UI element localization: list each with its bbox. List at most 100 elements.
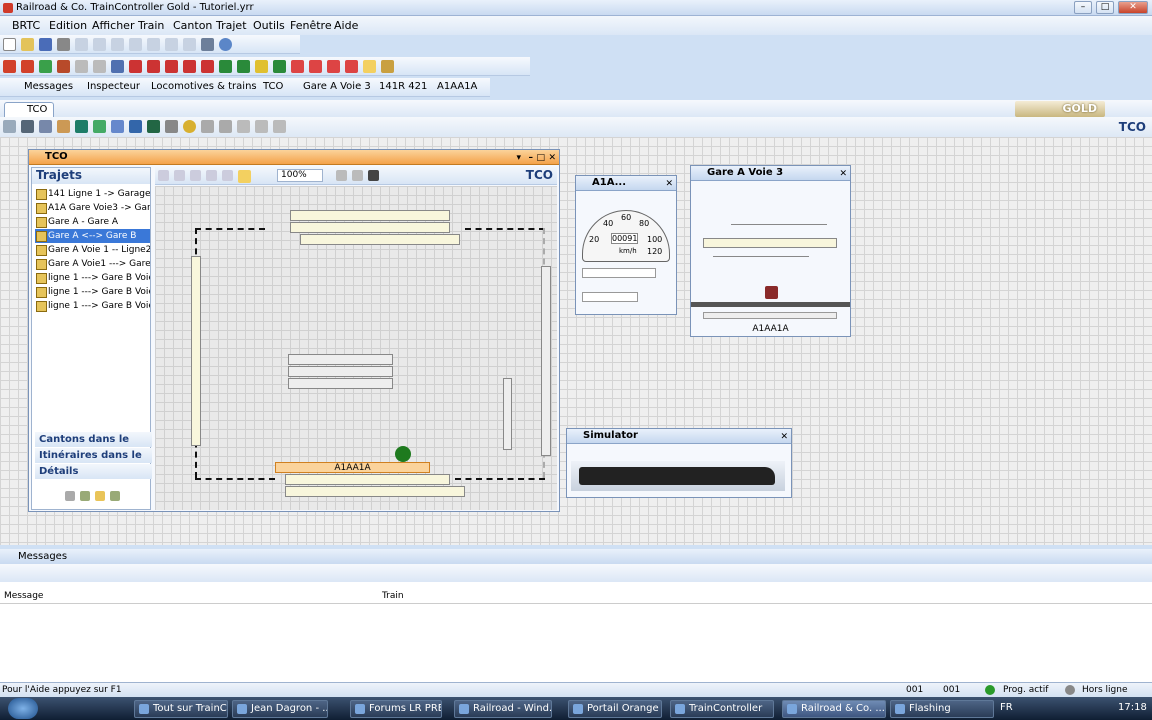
image-icon[interactable] [237,120,250,133]
train-view-icon[interactable] [368,170,379,181]
block-mid-1[interactable] [288,354,393,365]
track-plan[interactable]: A1AA1A [155,186,557,510]
reset-icon[interactable] [93,60,106,73]
menu-afficher[interactable]: Afficher [92,19,134,32]
paste-icon[interactable] [147,38,160,51]
turnout-icon[interactable] [201,60,214,73]
print-icon[interactable] [57,38,70,51]
route-item-selected[interactable]: Gare A <--> Gare B [35,229,150,243]
menu-fenetre[interactable]: Fenêtre [290,19,332,32]
close-icon[interactable]: ✕ [839,167,847,181]
frame-icon[interactable] [222,170,233,181]
list-icon[interactable] [65,491,75,501]
view-a1aa1a[interactable]: A1AA1A [437,81,477,92]
block-left[interactable] [191,256,201,446]
help-icon[interactable] [219,38,232,51]
brake-slider[interactable] [582,292,638,302]
hand-icon[interactable] [381,60,394,73]
block-occupied[interactable]: A1AA1A [275,462,430,473]
maximize-button[interactable]: □ [1096,1,1114,14]
task-item[interactable]: Flashing [890,700,994,718]
col-train[interactable]: Train [382,591,404,601]
next-icon[interactable] [190,170,201,181]
move-view-icon[interactable] [352,170,363,181]
close-icon[interactable]: ✕ [665,177,673,191]
block-bottom-3[interactable] [285,486,465,497]
start-button[interactable] [8,698,38,719]
route-item[interactable]: Gare A Voie1 ---> Gare B ... [35,257,150,271]
minimize-button[interactable]: – [1074,1,1092,14]
menu-edition[interactable]: Edition [49,19,87,32]
shape-icon[interactable] [129,120,142,133]
language-indicator[interactable]: FR [1000,702,1013,713]
rect-icon[interactable] [147,120,160,133]
speed-slider[interactable] [582,268,656,278]
arrow-icon[interactable] [237,60,250,73]
view-inspecteur[interactable]: Inspecteur [87,81,140,92]
zoom-select[interactable]: 100% [277,169,323,182]
fit-icon[interactable] [336,170,347,181]
color-icon[interactable] [75,120,88,133]
view-messages[interactable]: Messages [24,81,73,92]
block-top-3[interactable] [300,234,460,245]
route-item[interactable]: Gare A - Gare A [35,215,150,229]
save-icon[interactable] [39,38,52,51]
loco-window-titlebar[interactable]: A1A... ✕ [576,176,676,191]
x-icon[interactable] [309,60,322,73]
line-icon[interactable] [93,120,106,133]
tools-icon[interactable] [201,38,214,51]
dropdown-icon[interactable]: ▾ [516,151,521,165]
pause-icon[interactable] [75,60,88,73]
menu-canton[interactable]: Canton [173,19,212,32]
layer-icon[interactable] [273,120,286,133]
task-item-active[interactable]: Railroad & Co. ... [782,700,886,718]
emergency-icon[interactable] [21,60,34,73]
fill-icon[interactable] [111,120,124,133]
picture-icon[interactable] [255,120,268,133]
circle-icon[interactable] [183,120,196,133]
close-icon[interactable]: ✕ [780,430,788,444]
route-item[interactable]: A1A Gare Voie3 -> Garag... [35,201,150,215]
task-item[interactable]: Forums LR PRE... [350,700,442,718]
a-icon[interactable] [291,60,304,73]
clock[interactable]: 17:18 [1118,702,1147,713]
section-details[interactable]: Détails [35,464,152,479]
col-message[interactable]: Message [4,591,43,601]
block-bottom-2[interactable] [285,474,450,485]
grid-icon[interactable] [165,120,178,133]
route-item[interactable]: ligne 1 ---> Gare B Voie 2 [35,285,150,299]
label-icon[interactable] [219,120,232,133]
view-141r-421[interactable]: 141R 421 [379,81,427,92]
task-item[interactable]: Tout sur TrainC... [134,700,228,718]
block-mid-right[interactable] [503,378,512,450]
task-item[interactable]: Portail Orange ... [568,700,662,718]
stop-icon[interactable] [3,60,16,73]
unlink-icon[interactable] [345,60,358,73]
minimize-icon[interactable]: – [529,151,534,165]
properties-icon[interactable] [183,38,196,51]
loco-icon[interactable] [111,60,124,73]
prev-icon[interactable] [174,170,185,181]
undo-icon[interactable] [75,38,88,51]
edit-icon[interactable] [80,491,90,501]
block-track[interactable] [703,238,837,248]
go-icon[interactable] [39,60,52,73]
section-itineraires[interactable]: Itinéraires dans le tr... [35,448,152,476]
close-icon[interactable]: ✕ [548,151,556,165]
view-locomotives[interactable]: Locomotives & trains [151,81,257,92]
menu-brtc[interactable]: BRTC [12,19,40,32]
block-mid-2[interactable] [288,366,393,377]
new-icon[interactable] [3,38,16,51]
simulator-titlebar[interactable]: Simulator ✕ [567,429,791,444]
brush-icon[interactable] [57,120,70,133]
text-icon[interactable] [201,120,214,133]
block-icon[interactable] [147,60,160,73]
section-cantons[interactable]: Cantons dans le Traj... [35,432,152,460]
delete-icon[interactable] [165,38,178,51]
route-item[interactable]: Gare A Voie 1 -- Ligne2 [35,243,150,257]
task-item[interactable]: TrainController [670,700,774,718]
route-item[interactable]: 141 Ligne 1 -> Garage V... [35,187,150,201]
menu-trajet[interactable]: Trajet [216,19,247,32]
signal-icon[interactable] [129,60,142,73]
forward-icon[interactable] [206,170,217,181]
